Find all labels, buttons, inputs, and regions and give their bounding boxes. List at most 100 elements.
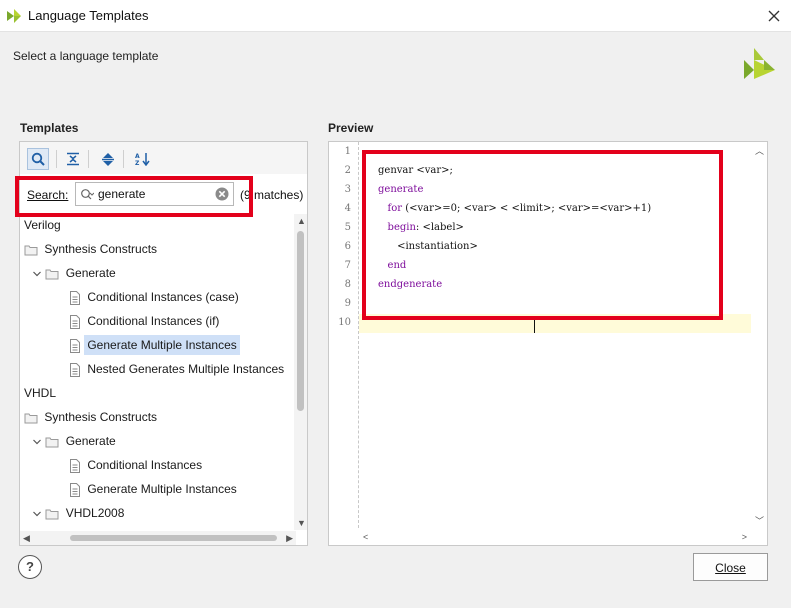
- current-line-highlight: [359, 314, 751, 333]
- scroll-right-icon[interactable]: >: [742, 532, 747, 542]
- code-line[interactable]: end: [378, 256, 407, 275]
- folder-icon: [45, 434, 59, 448]
- collapse-all-button[interactable]: [62, 148, 84, 170]
- line-number: 10: [338, 317, 351, 328]
- search-input[interactable]: [98, 185, 208, 203]
- scroll-up-icon[interactable]: ︿: [755, 146, 764, 156]
- chevron-down-icon[interactable]: [32, 506, 42, 520]
- tree-item[interactable]: Generate: [32, 430, 119, 452]
- scroll-right-icon[interactable]: ▶: [286, 533, 293, 543]
- tree-item-label: Verilog: [24, 218, 61, 232]
- tree-item-label: Generate Multiple Instances: [87, 482, 237, 496]
- help-button[interactable]: ?: [18, 555, 42, 579]
- line-number-gutter: 1 2 3 4 5 6 7 8 9 10: [329, 142, 359, 528]
- folder-icon: [45, 506, 59, 520]
- sort-button[interactable]: A Z: [132, 148, 154, 170]
- title-bar: Language Templates: [0, 0, 791, 32]
- expand-all-button[interactable]: [97, 148, 119, 170]
- line-number: 5: [344, 222, 351, 233]
- preview-horizontal-scrollbar[interactable]: < >: [359, 529, 751, 545]
- tree-item[interactable]: Conditional Instances: [69, 454, 205, 476]
- preview-vertical-scrollbar[interactable]: ︿ ﹀: [751, 142, 767, 530]
- scroll-thumb[interactable]: [70, 535, 277, 541]
- file-icon: [69, 482, 81, 497]
- scroll-thumb[interactable]: [297, 231, 304, 411]
- vivado-logo-icon: [7, 9, 21, 23]
- line-number: 2: [344, 165, 351, 176]
- tree-horizontal-scrollbar[interactable]: ◀ ▶: [20, 531, 296, 545]
- svg-text:A: A: [135, 153, 140, 160]
- tree-item[interactable]: Nested Generates Multiple Instances: [69, 358, 287, 380]
- window-title: Language Templates: [28, 8, 149, 23]
- scroll-down-icon[interactable]: ▼: [297, 518, 306, 528]
- search-toggle-button[interactable]: [27, 148, 49, 170]
- line-number: 9: [344, 298, 351, 309]
- scroll-left-icon[interactable]: ◀: [23, 533, 30, 543]
- vivado-logo-icon: [744, 48, 775, 79]
- search-label: Search:: [27, 188, 69, 202]
- tree-item[interactable]: Generate Multiple Instances: [69, 478, 240, 500]
- search-box[interactable]: [75, 182, 234, 206]
- code-line[interactable]: for (<var>=0; <var> < <limit>; <var>=<va…: [378, 199, 652, 218]
- file-icon: [69, 362, 81, 377]
- tree-item-label: Generate: [65, 266, 116, 280]
- tree-item[interactable]: VHDL2008: [32, 502, 127, 520]
- line-number: 7: [344, 260, 351, 271]
- tree-item-label: Synthesis Constructs: [44, 410, 158, 424]
- code-line[interactable]: generate: [378, 180, 423, 199]
- tree-item[interactable]: Synthesis Constructs: [24, 238, 160, 260]
- match-count: (9 matches): [240, 188, 304, 202]
- scroll-up-icon[interactable]: ▲: [297, 216, 306, 226]
- folder-icon: [24, 242, 38, 256]
- line-number: 4: [344, 203, 351, 214]
- tree-item[interactable]: Verilog: [21, 214, 64, 236]
- tree-item-label: Nested Generates Multiple Instances: [87, 362, 285, 376]
- collapse-all-icon: [67, 152, 79, 166]
- templates-panel: A Z Search: (9 matches) Verilog Synthesi…: [19, 141, 308, 546]
- file-icon: [69, 290, 81, 305]
- line-number: 1: [344, 146, 351, 157]
- line-number: 8: [344, 279, 351, 290]
- expand-all-icon: [102, 153, 114, 166]
- dialog-subtitle: Select a language template: [13, 49, 159, 63]
- search-icon: [81, 189, 94, 200]
- tree-item-label: Generate: [65, 434, 116, 448]
- templates-toolbar: A Z: [20, 142, 307, 174]
- line-number: 3: [344, 184, 351, 195]
- folder-icon: [24, 410, 38, 424]
- tree-item[interactable]: VHDL: [21, 382, 59, 404]
- tree-item-label: Synthesis Constructs: [44, 242, 158, 256]
- tree-item-label: Conditional Instances (if): [87, 314, 220, 328]
- file-icon: [69, 458, 81, 473]
- search-row: Search: (9 matches): [20, 177, 307, 209]
- tree-item[interactable]: Conditional Instances (case): [69, 286, 242, 308]
- preview-panel: 1 2 3 4 5 6 7 8 9 10 genvar <var>; generate for (…: [328, 141, 768, 546]
- code-line[interactable]: begin: <label>: [378, 218, 464, 237]
- scroll-left-icon[interactable]: <: [363, 532, 368, 542]
- tree-item[interactable]: Generate Multiple Instances: [69, 334, 240, 356]
- text-caret: [534, 316, 535, 333]
- close-icon[interactable]: [763, 5, 785, 27]
- template-tree[interactable]: Verilog Synthesis Constructs Generate Co…: [20, 214, 296, 520]
- tree-vertical-scrollbar[interactable]: ▲ ▼: [294, 214, 307, 530]
- chevron-down-icon[interactable]: [32, 266, 42, 280]
- close-button[interactable]: Close: [693, 553, 768, 581]
- scroll-down-icon[interactable]: ﹀: [755, 516, 764, 526]
- code-line[interactable]: genvar <var>;: [378, 161, 453, 180]
- chevron-down-icon[interactable]: [32, 434, 42, 448]
- code-line[interactable]: endgenerate: [378, 275, 442, 294]
- tree-item[interactable]: Synthesis Constructs: [24, 406, 160, 428]
- file-icon: [69, 338, 81, 353]
- line-number: 6: [344, 241, 351, 252]
- clear-search-icon[interactable]: [215, 187, 229, 201]
- tree-item[interactable]: Generate: [32, 262, 119, 284]
- tree-item-label: VHDL: [24, 386, 57, 400]
- tree-item[interactable]: Conditional Instances (if): [69, 310, 222, 332]
- sort-az-icon: A Z: [135, 153, 150, 166]
- templates-section-label: Templates: [20, 121, 79, 135]
- code-line[interactable]: <instantiation>: [378, 237, 478, 256]
- tree-item-label: Conditional Instances: [87, 458, 203, 472]
- svg-text:Z: Z: [135, 160, 140, 166]
- file-icon: [69, 314, 81, 329]
- search-icon: [31, 152, 45, 166]
